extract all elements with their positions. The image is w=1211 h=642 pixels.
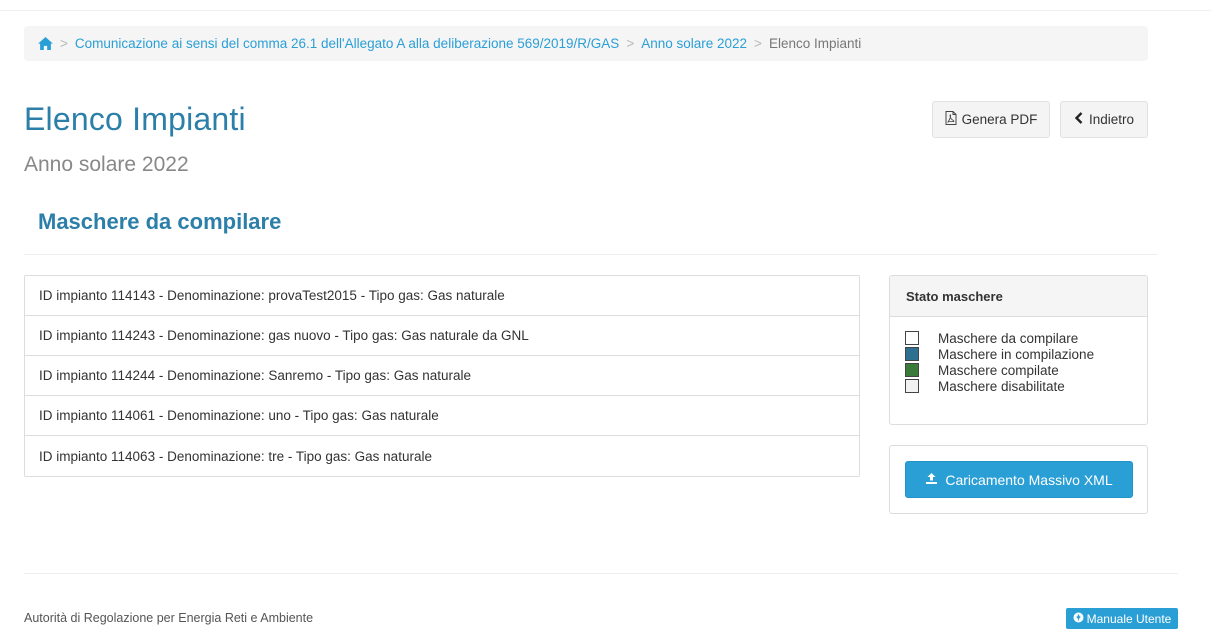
legend-label: Maschere in compilazione	[938, 346, 1095, 362]
chevron-left-icon	[1074, 112, 1084, 127]
pdf-icon	[945, 111, 957, 128]
indietro-label: Indietro	[1088, 112, 1135, 127]
breadcrumb-item-anno[interactable]: Anno solare 2022	[641, 36, 747, 51]
page-title: Elenco Impianti	[24, 101, 246, 137]
page-subtitle: Anno solare 2022	[24, 153, 189, 176]
legend-swatch	[905, 347, 919, 361]
legend-label: Maschere da compilare	[938, 330, 1079, 346]
info-circle-icon	[1073, 612, 1084, 626]
stato-maschere-panel: Stato maschere Maschere da compilare Mas…	[889, 275, 1148, 425]
caricamento-label: Caricamento Massivo XML	[945, 471, 1113, 488]
home-icon[interactable]	[38, 37, 53, 50]
legend-swatch	[905, 363, 919, 377]
genera-pdf-label: Genera PDF	[961, 112, 1038, 127]
list-item[interactable]: ID impianto 114143 - Denominazione: prov…	[25, 276, 859, 316]
breadcrumb-current: Elenco Impianti	[768, 36, 862, 51]
caricamento-massivo-xml-button[interactable]: Caricamento Massivo XML	[905, 461, 1133, 498]
legend-item-disabilitate: Maschere disabilitate	[905, 378, 1147, 394]
breadcrumb-item-comunicazione[interactable]: Comunicazione ai sensi del comma 26.1 de…	[75, 36, 619, 51]
breadcrumb-separator: >	[626, 36, 635, 51]
breadcrumb: > Comunicazione ai sensi del comma 26.1 …	[24, 26, 1148, 61]
legend-item-in-compilazione: Maschere in compilazione	[905, 346, 1147, 362]
indietro-button[interactable]: Indietro	[1060, 101, 1148, 138]
legend: Maschere da compilare Maschere in compil…	[890, 317, 1147, 394]
impianti-list: ID impianto 114143 - Denominazione: prov…	[24, 275, 860, 477]
manuale-utente-label: Manuale Utente	[1086, 611, 1172, 626]
legend-label: Maschere disabilitate	[938, 378, 1065, 394]
panel-title: Stato maschere	[890, 276, 1147, 317]
top-divider	[0, 10, 1211, 11]
upload-panel: Caricamento Massivo XML	[889, 445, 1148, 514]
legend-swatch	[905, 379, 919, 393]
list-item[interactable]: ID impianto 114061 - Denominazione: uno …	[25, 396, 859, 436]
legend-label: Maschere compilate	[938, 362, 1059, 378]
breadcrumb-separator: >	[60, 36, 68, 51]
genera-pdf-button[interactable]: Genera PDF	[932, 101, 1050, 138]
legend-item-da-compilare: Maschere da compilare	[905, 330, 1147, 346]
list-item[interactable]: ID impianto 114244 - Denominazione: Sanr…	[25, 356, 859, 396]
section-title: Maschere da compilare	[38, 209, 282, 234]
list-item[interactable]: ID impianto 114063 - Denominazione: tre …	[25, 436, 859, 476]
manuale-utente-button[interactable]: Manuale Utente	[1066, 608, 1178, 629]
section-divider	[24, 254, 1158, 255]
footer-text: Autorità di Regolazione per Energia Reti…	[24, 611, 314, 625]
upload-icon	[925, 472, 938, 488]
list-item[interactable]: ID impianto 114243 - Denominazione: gas …	[25, 316, 859, 356]
footer-divider	[24, 573, 1178, 574]
legend-swatch	[905, 331, 919, 345]
breadcrumb-separator: >	[754, 36, 762, 51]
legend-item-compilate: Maschere compilate	[905, 362, 1147, 378]
